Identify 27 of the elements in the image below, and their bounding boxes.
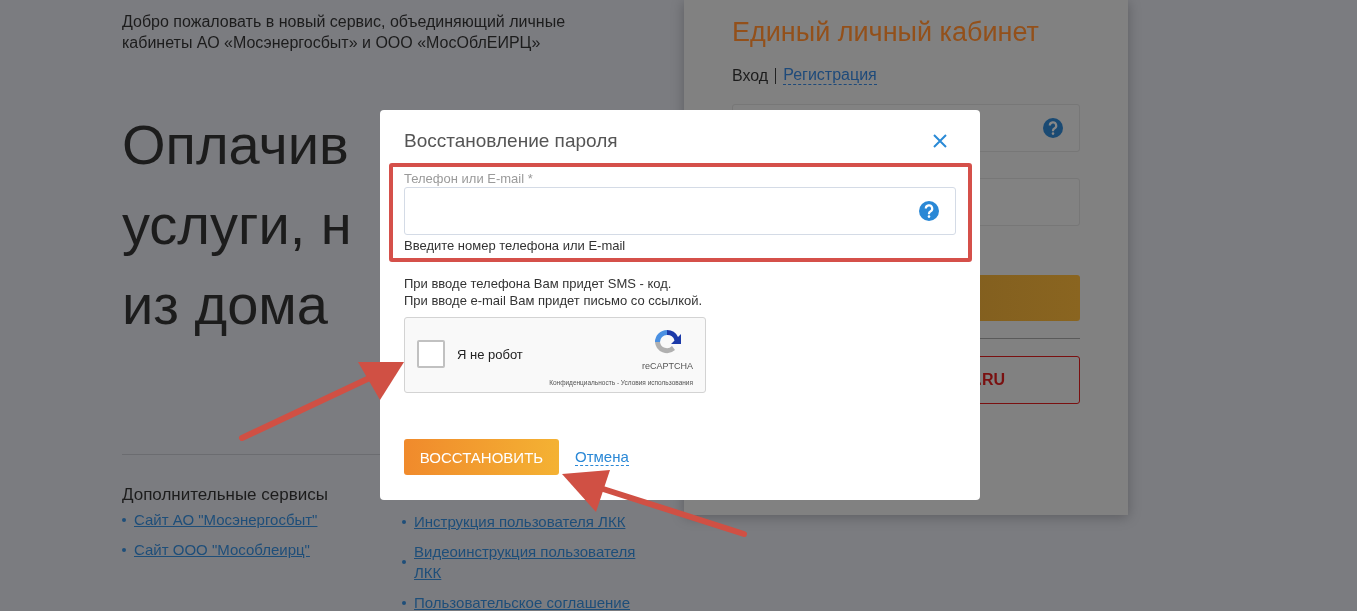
close-icon[interactable] <box>932 133 948 149</box>
footer-link[interactable]: Сайт ООО "Мособлеирц" <box>134 539 310 560</box>
welcome-text: Добро пожаловать в новый сервис, объединяющий личные кабинеты АО «Мосэнергосбыт» и ООО «МосОблЕИРЦ» <box>122 12 567 53</box>
info-text: При вводе телефона Вам придет SMS - код. <box>404 275 673 292</box>
footer-link[interactable]: Сайт АО "Мосэнергосбыт" <box>134 509 318 530</box>
help-icon[interactable] <box>1043 118 1063 138</box>
restore-button[interactable]: ВОССТАНОВИТЬ <box>404 439 559 475</box>
headline-text: из дома <box>122 272 328 338</box>
headline-text: услуги, н <box>122 192 352 258</box>
field-label: Телефон или E-mail * <box>404 171 534 186</box>
phone-email-field[interactable] <box>404 187 956 235</box>
footer-link[interactable]: Пользовательское соглашение <box>414 592 631 611</box>
info-text: При вводе e-mail Вам придет письмо со ссылкой. <box>404 292 704 309</box>
cancel-link[interactable]: Отмена <box>575 448 629 466</box>
checkbox[interactable] <box>417 340 445 368</box>
tab[interactable]: Вход <box>732 66 769 85</box>
footer-link[interactable]: Инструкция пользователя ЛКК <box>414 511 626 532</box>
footer-link[interactable]: Видеоинструкция пользователя ЛКК <box>414 541 662 583</box>
tab[interactable]: Регистрация <box>783 66 877 85</box>
captcha-brand: reCAPTCHA <box>642 361 693 371</box>
captcha-label: Я не робот <box>457 347 523 362</box>
field-hint: Введите номер телефона или E-mail <box>404 238 627 253</box>
headline-text: Оплачив <box>122 112 349 178</box>
panel-title: Единый личный кабинет <box>732 17 1040 48</box>
dialog-title: Восстановление пароля <box>404 130 618 152</box>
section-heading: Дополнительные сервисы <box>122 485 329 505</box>
help-icon[interactable] <box>919 201 939 221</box>
